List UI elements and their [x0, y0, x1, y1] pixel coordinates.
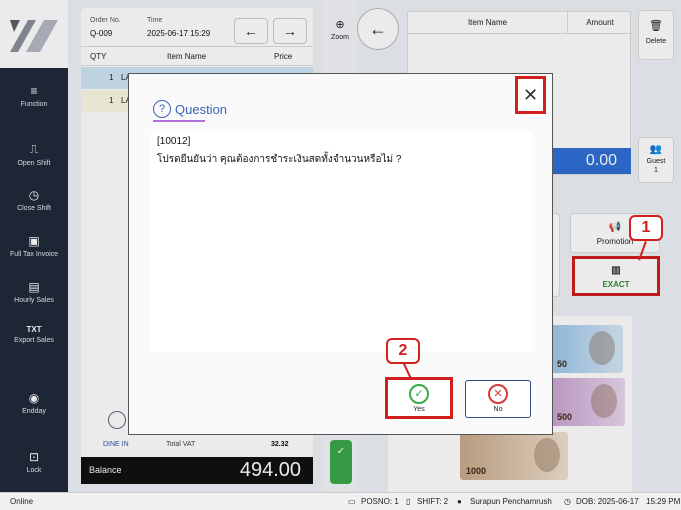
message-box: [10012] โปรดยืนยันว่า คุณต้องการชำระเงิน…: [151, 132, 532, 352]
title-underline: [153, 120, 205, 122]
question-icon: ?: [153, 100, 171, 118]
user-name: Surapun Penchamrush: [470, 497, 552, 506]
close-button[interactable]: ✕: [515, 76, 546, 114]
close-icon: ✕: [522, 84, 539, 105]
dialog-title: ? Question: [153, 100, 227, 118]
shift-status: SHIFT: 2: [417, 497, 449, 506]
dob-status: DOB: 2025-06-17: [576, 497, 639, 506]
message-code: [10012]: [157, 136, 191, 147]
no-label: No: [493, 406, 503, 413]
monitor-icon: ▭: [348, 497, 356, 506]
no-button[interactable]: ✕ No: [465, 380, 531, 418]
status-bar: Online ▭ POSNO: 1 ▯ SHIFT: 2 ● Surapun P…: [0, 492, 681, 510]
clock-time: 15:29 PM: [646, 497, 681, 506]
yes-label: Yes: [413, 406, 425, 413]
x-circle-icon: ✕: [488, 384, 508, 404]
callout-2: 2: [386, 338, 420, 364]
clock-icon: ◷: [564, 497, 571, 506]
shift-icon: ▯: [406, 497, 411, 506]
message-text: โปรดยืนยันว่า คุณต้องการชำระเงินสดทั้งจำ…: [157, 154, 402, 165]
yes-button[interactable]: ✓ Yes: [385, 377, 453, 419]
question-dialog: ? Question ✕ [10012] โปรดยืนยันว่า คุณต้…: [128, 73, 553, 435]
callout-1: 1: [629, 215, 663, 241]
user-icon: ●: [457, 497, 462, 506]
check-circle-icon: ✓: [409, 384, 429, 404]
dialog-title-text: Question: [175, 101, 228, 117]
posno-status: POSNO: 1: [361, 497, 399, 506]
connection-status: Online: [10, 497, 34, 506]
